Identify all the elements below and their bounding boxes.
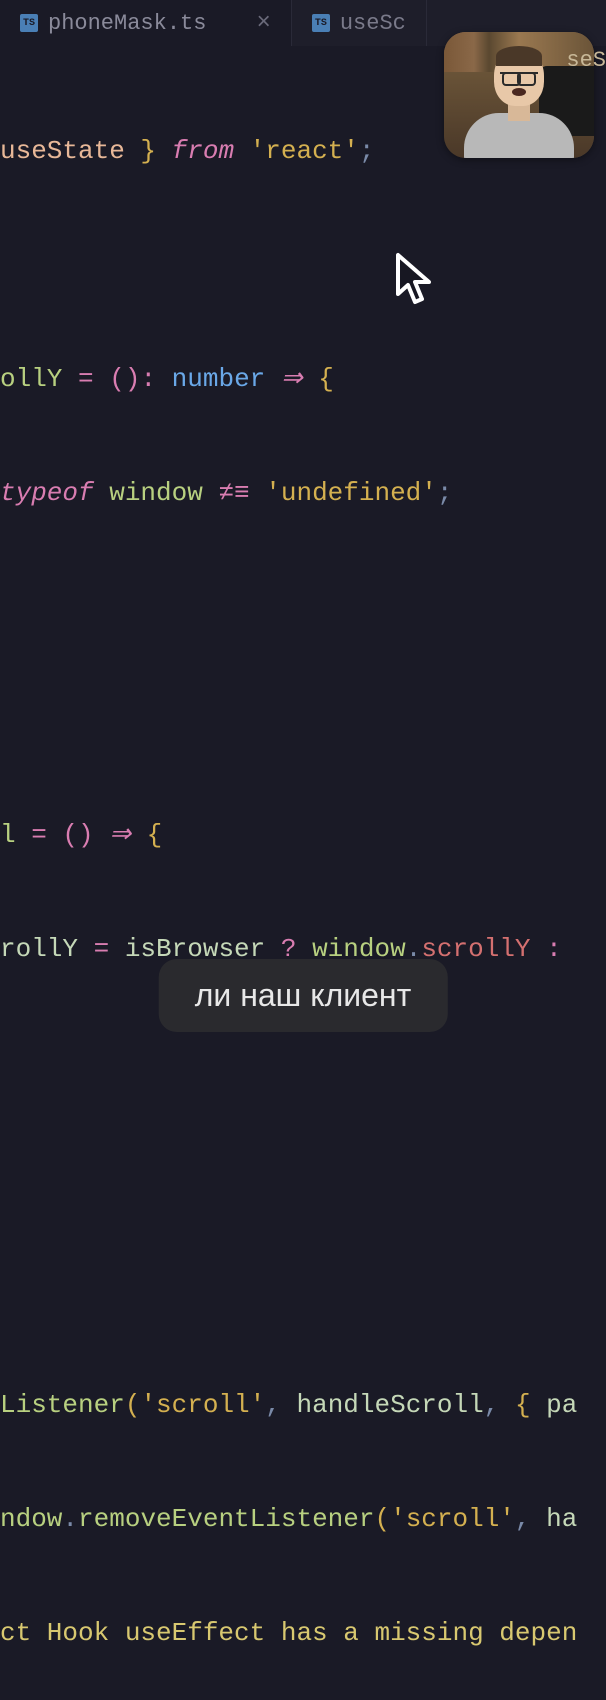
tab-usesc[interactable]: TS useSc	[292, 0, 427, 46]
typescript-icon: TS	[20, 14, 38, 32]
tab-label: useSc	[340, 11, 406, 36]
tab-label: phoneMask.ts	[48, 11, 206, 36]
close-icon[interactable]: ×	[256, 10, 270, 37]
tab-phonemask[interactable]: TS phoneMask.ts ×	[0, 0, 292, 46]
code-editor[interactable]: useState } from 'react'; ollY = (): numb…	[0, 46, 606, 1700]
overlay-text: seS	[566, 48, 606, 73]
typescript-icon: TS	[312, 14, 330, 32]
caption-subtitle: ли наш клиент	[159, 959, 448, 1032]
